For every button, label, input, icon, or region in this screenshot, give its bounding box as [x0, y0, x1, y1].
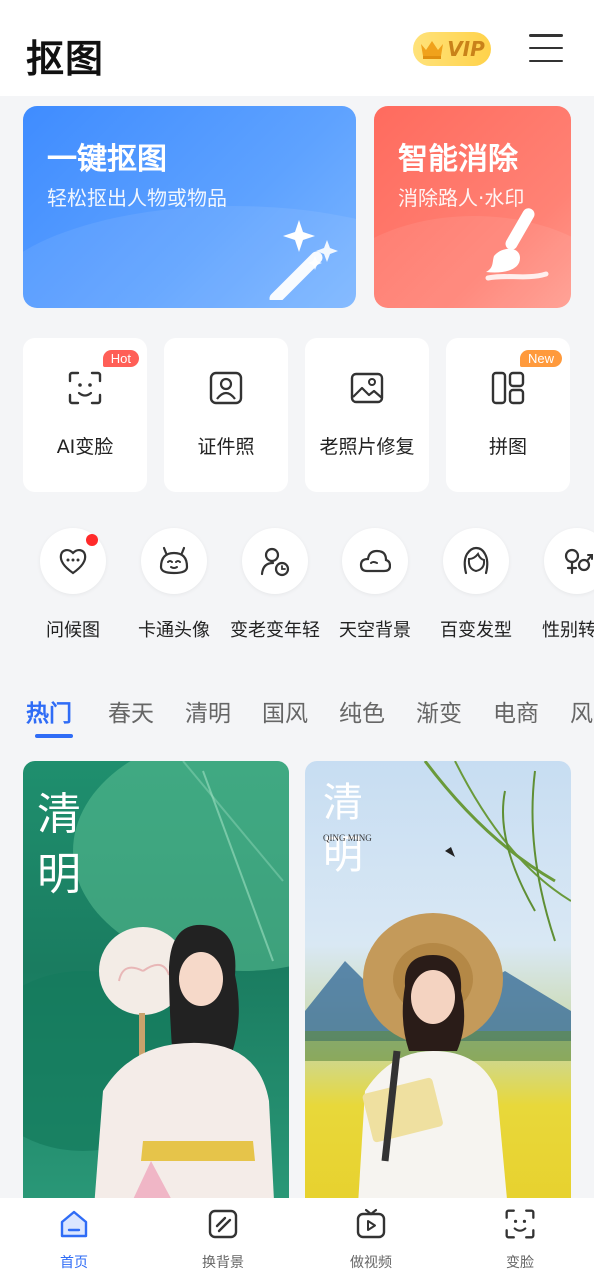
nav-face-swap[interactable]: 变脸: [470, 1208, 570, 1272]
crown-icon: [421, 41, 444, 59]
tool-label: 性别转: [542, 620, 594, 641]
collage-icon: [491, 371, 525, 405]
hairstyle-icon: [463, 546, 489, 575]
tool-cartoon[interactable]: [141, 528, 207, 594]
feature-label: 老照片修复: [319, 436, 415, 458]
erase-card[interactable]: 智能消除 消除路人·水印: [374, 106, 571, 308]
tab-hot[interactable]: 热门: [26, 694, 72, 728]
tool-label: 天空背景: [339, 620, 411, 641]
image-icon: [350, 372, 384, 404]
feature-ai-face[interactable]: Hot AI变脸: [23, 338, 147, 492]
tab-gradient[interactable]: 渐变: [416, 694, 462, 728]
tool-label: 卡通头像: [138, 620, 210, 641]
video-icon: [356, 1208, 386, 1239]
vip-button[interactable]: VIP: [413, 32, 491, 66]
tool-label: 百变发型: [440, 620, 512, 641]
app-header: 抠图 VIP: [0, 0, 594, 96]
feature-label: 拼图: [488, 436, 527, 458]
template-title: 清明: [37, 789, 81, 900]
home-icon: [60, 1210, 88, 1238]
feature-label: 证件照: [197, 436, 255, 458]
bottom-nav: 首页 换背景 做视频 变脸: [0, 1198, 594, 1280]
feature-label: AI变脸: [56, 436, 114, 458]
feature-collage[interactable]: New 拼图: [446, 338, 570, 492]
tab-more[interactable]: 风: [570, 694, 593, 728]
tab-qingming[interactable]: 清明: [185, 694, 231, 728]
cutout-subtitle: 轻松抠出人物或物品: [47, 186, 227, 210]
nav-label: 变脸: [506, 1255, 534, 1271]
tool-label: 变老变年轻: [230, 620, 320, 641]
new-badge: New: [519, 350, 562, 367]
cutout-card[interactable]: 一键抠图 轻松抠出人物或物品: [23, 106, 356, 308]
tab-ecommerce[interactable]: 电商: [493, 694, 539, 728]
cutout-title: 一键抠图: [47, 142, 167, 177]
tab-spring[interactable]: 春天: [108, 694, 154, 728]
heart-chat-icon: [59, 549, 87, 575]
menu-icon[interactable]: [529, 32, 563, 64]
tool-greeting[interactable]: [40, 528, 106, 594]
background-swap-icon: [208, 1209, 238, 1239]
nav-home[interactable]: 首页: [24, 1208, 124, 1272]
active-tab-indicator: [35, 734, 73, 738]
template-title: 清明: [323, 780, 363, 878]
nav-change-background[interactable]: 换背景: [173, 1208, 273, 1272]
tab-guofeng[interactable]: 国风: [262, 694, 308, 728]
cloud-icon: [359, 549, 391, 573]
template-card-2[interactable]: 清明 QING MING: [305, 761, 571, 1221]
feature-id-photo[interactable]: 证件照: [164, 338, 288, 492]
nav-label: 首页: [60, 1255, 88, 1271]
face-scan-icon: [505, 1209, 535, 1239]
feature-photo-restore[interactable]: 老照片修复: [305, 338, 429, 492]
cartoon-face-icon: [159, 546, 189, 575]
face-scan-icon: [68, 371, 102, 405]
hot-badge: Hot: [102, 350, 139, 367]
tool-hairstyle[interactable]: [443, 528, 509, 594]
template-subtitle: QING MING: [323, 833, 372, 843]
nav-make-video[interactable]: 做视频: [321, 1208, 421, 1272]
nav-label: 换背景: [202, 1255, 244, 1271]
tool-gender[interactable]: [544, 528, 594, 594]
erase-title: 智能消除: [398, 142, 518, 177]
template-card-1[interactable]: 清明: [23, 761, 289, 1221]
nav-label: 做视频: [350, 1255, 392, 1271]
magic-wand-icon: [269, 220, 338, 300]
tool-label: 问候图: [46, 620, 100, 641]
tool-sky[interactable]: [342, 528, 408, 594]
gender-icon: [564, 548, 593, 575]
brush-icon: [485, 208, 549, 281]
tab-solid[interactable]: 纯色: [339, 694, 385, 728]
vip-label: VIP: [447, 37, 485, 61]
id-photo-icon: [209, 371, 243, 405]
tool-age[interactable]: [242, 528, 308, 594]
app-logo: 抠图: [26, 37, 105, 81]
person-clock-icon: [260, 547, 290, 577]
